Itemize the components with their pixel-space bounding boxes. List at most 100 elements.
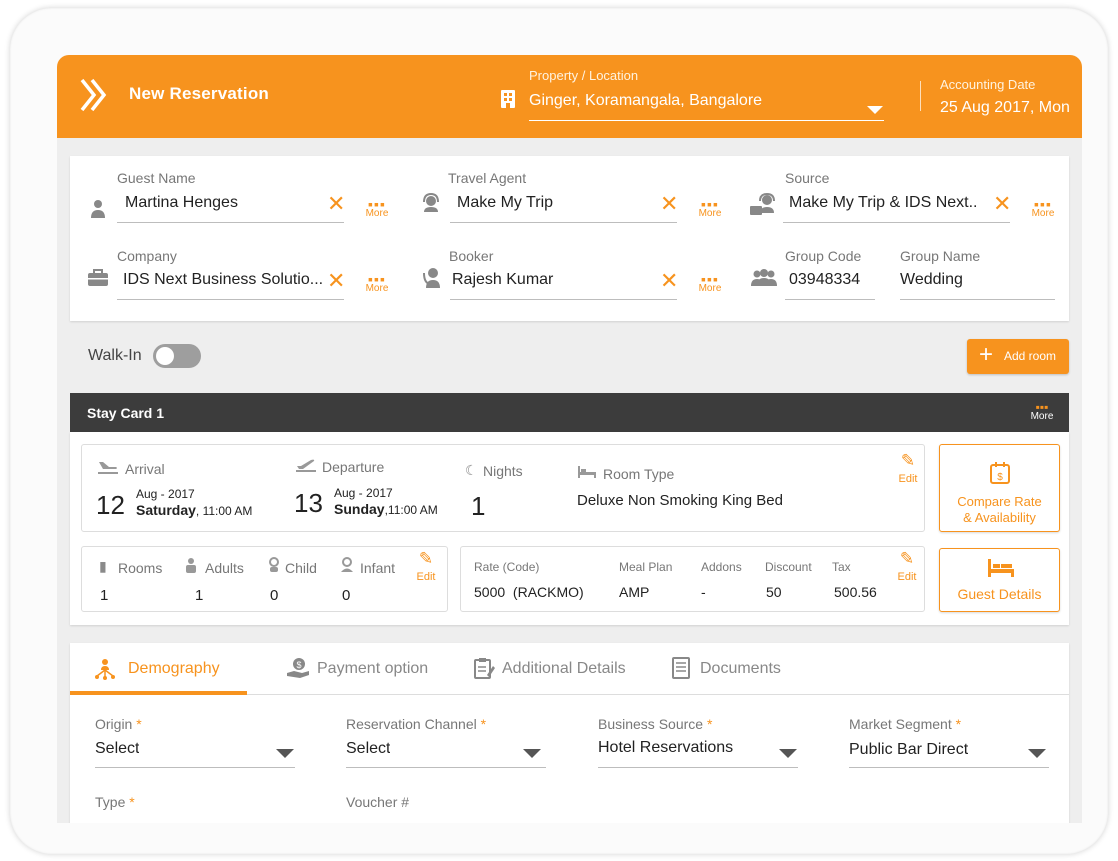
discount-value: 50 [766,584,782,600]
travel-agent-label: Travel Agent [448,170,527,186]
occupancy-box: ▮ Rooms 1 Adults 1 Child 0 Infant 0 ✎ Edi… [81,546,448,612]
departure-month: Aug - 2017 [334,486,393,500]
property-label: Property / Location [529,68,639,83]
chevrons-logo-icon[interactable] [79,77,109,113]
business-source-dropdown-icon[interactable] [779,749,797,758]
guest-name-more-button[interactable]: ▪▪▪ More [364,197,390,219]
group-code-input[interactable]: 03948334 [789,271,889,289]
origin-dropdown-icon[interactable] [276,749,294,758]
clear-travel-agent-icon[interactable]: ✕ [660,193,678,215]
tab-payment-option-label: Payment option [317,660,429,677]
tax-label: Tax [832,560,851,574]
market-segment-select[interactable]: Public Bar Direct [849,741,968,759]
voucher-label: Voucher # [346,794,410,810]
stay-card-header: Stay Card 1 ▪▪▪ More [70,393,1069,432]
tab-documents-label: Documents [700,660,781,677]
origin-select[interactable]: Select [95,740,139,758]
travel-agent-more-button[interactable]: ▪▪▪ More [697,197,723,219]
source-more-button[interactable]: ▪▪▪ More [1030,197,1056,219]
booker-more-button[interactable]: ▪▪▪ More [697,272,723,294]
origin-underline [95,767,295,768]
booker-input[interactable]: Rajesh Kumar [452,271,652,289]
stay-card-body: Arrival 12 Aug - 2017 Saturday, 11:00 AM… [70,432,1069,625]
meal-plan-value: AMP [619,584,650,600]
group-name-label: Group Name [900,248,981,264]
source-underline [783,222,1010,223]
app-screen: New Reservation Property / Location Ging… [57,55,1082,823]
room-type-label: Room Type [603,466,675,482]
tab-payment-option[interactable]: $ Payment option [280,643,450,695]
clear-guest-name-icon[interactable]: ✕ [327,193,345,215]
rate-box: Rate (Code) 5000 (RACKMO) Meal Plan AMP … [460,546,925,612]
moon-icon: ☾ [465,462,478,478]
compare-rate-label: Compare Rate & Availability [957,494,1042,525]
channel-select[interactable]: Select [346,740,390,758]
group-code-label: Group Code [785,248,862,264]
channel-dropdown-icon[interactable] [523,749,541,758]
add-room-button[interactable]: + Add room [967,339,1069,374]
arrival-plane-icon [98,462,118,474]
tab-additional-details[interactable]: Additional Details [473,643,653,695]
app-header: New Reservation Property / Location Ging… [57,55,1082,138]
guest-details-button[interactable]: Guest Details [939,548,1060,612]
svg-text:$: $ [997,472,1003,483]
tab-demography[interactable]: Demography [70,643,247,695]
stay-dates-box: Arrival 12 Aug - 2017 Saturday, 11:00 AM… [81,444,925,532]
origin-label: Origin * [95,716,142,732]
infant-label: Infant [360,560,396,576]
travel-agent-underline [450,222,677,223]
walk-in-toggle[interactable] [153,344,201,368]
travel-agent-input[interactable]: Make My Trip [457,194,657,212]
compare-rate-button[interactable]: $ Compare Rate & Availability [939,444,1060,532]
source-label: Source [785,170,830,186]
company-input[interactable]: IDS Next Business Solutio... [123,271,323,289]
market-segment-dropdown-icon[interactable] [1028,749,1046,758]
clear-source-icon[interactable]: ✕ [993,193,1011,215]
arrival-month: Aug - 2017 [136,487,195,501]
tab-additional-details-label: Additional Details [502,660,626,677]
business-source-label: Business Source * [598,716,713,732]
rooms-label: Rooms [118,560,163,576]
business-source-select[interactable]: Hotel Reservations [598,739,733,757]
pencil-icon: ✎ [899,549,915,568]
booker-label: Booker [449,248,494,264]
adults-label: Adults [205,560,244,576]
walk-in-label: Walk-In [88,347,142,364]
agent-headset-icon [423,193,439,212]
guest-name-input[interactable]: Martina Henges [125,194,325,212]
nights-value: 1 [471,491,486,521]
clear-booker-icon[interactable]: ✕ [660,270,678,292]
company-more-button[interactable]: ▪▪▪ More [364,272,390,294]
document-icon [672,657,690,679]
rate-edit-button[interactable]: ✎ Edit [894,549,920,585]
arrival-datetime: Saturday, 11:00 AM [136,502,253,518]
property-select[interactable]: Ginger, Koramangala, Bangalore [529,92,762,110]
active-tab-indicator [70,691,247,695]
arrival-label: Arrival [125,461,165,477]
page-title: New Reservation [129,84,269,103]
booker-phone-icon [423,268,440,288]
source-input[interactable]: Make My Trip & IDS Next.. [789,194,989,212]
stay-card-more-button[interactable]: ▪▪▪ More [1028,401,1056,422]
infant-icon [341,557,353,572]
property-dropdown-icon[interactable] [867,106,883,114]
tab-documents[interactable]: Documents [671,643,811,695]
building-icon [501,90,515,108]
pencil-icon: ✎ [418,549,434,568]
stay-edit-button[interactable]: ✎ Edit [895,452,921,487]
departure-label: Departure [322,459,385,475]
group-name-underline [900,299,1055,300]
header-divider [920,81,921,111]
meal-plan-label: Meal Plan [619,560,673,574]
guest-name-label: Guest Name [117,170,196,186]
briefcase-icon [88,269,108,286]
discount-label: Discount [765,560,812,574]
company-underline [117,299,344,300]
occupancy-edit-button[interactable]: ✎ Edit [413,549,439,585]
accounting-date-label: Accounting Date [940,77,1036,92]
group-name-input[interactable]: Wedding [900,271,1050,289]
clear-company-icon[interactable]: ✕ [327,270,345,292]
walk-in-toggle-knob [156,347,174,365]
market-segment-underline [849,767,1049,768]
child-icon [269,557,279,572]
